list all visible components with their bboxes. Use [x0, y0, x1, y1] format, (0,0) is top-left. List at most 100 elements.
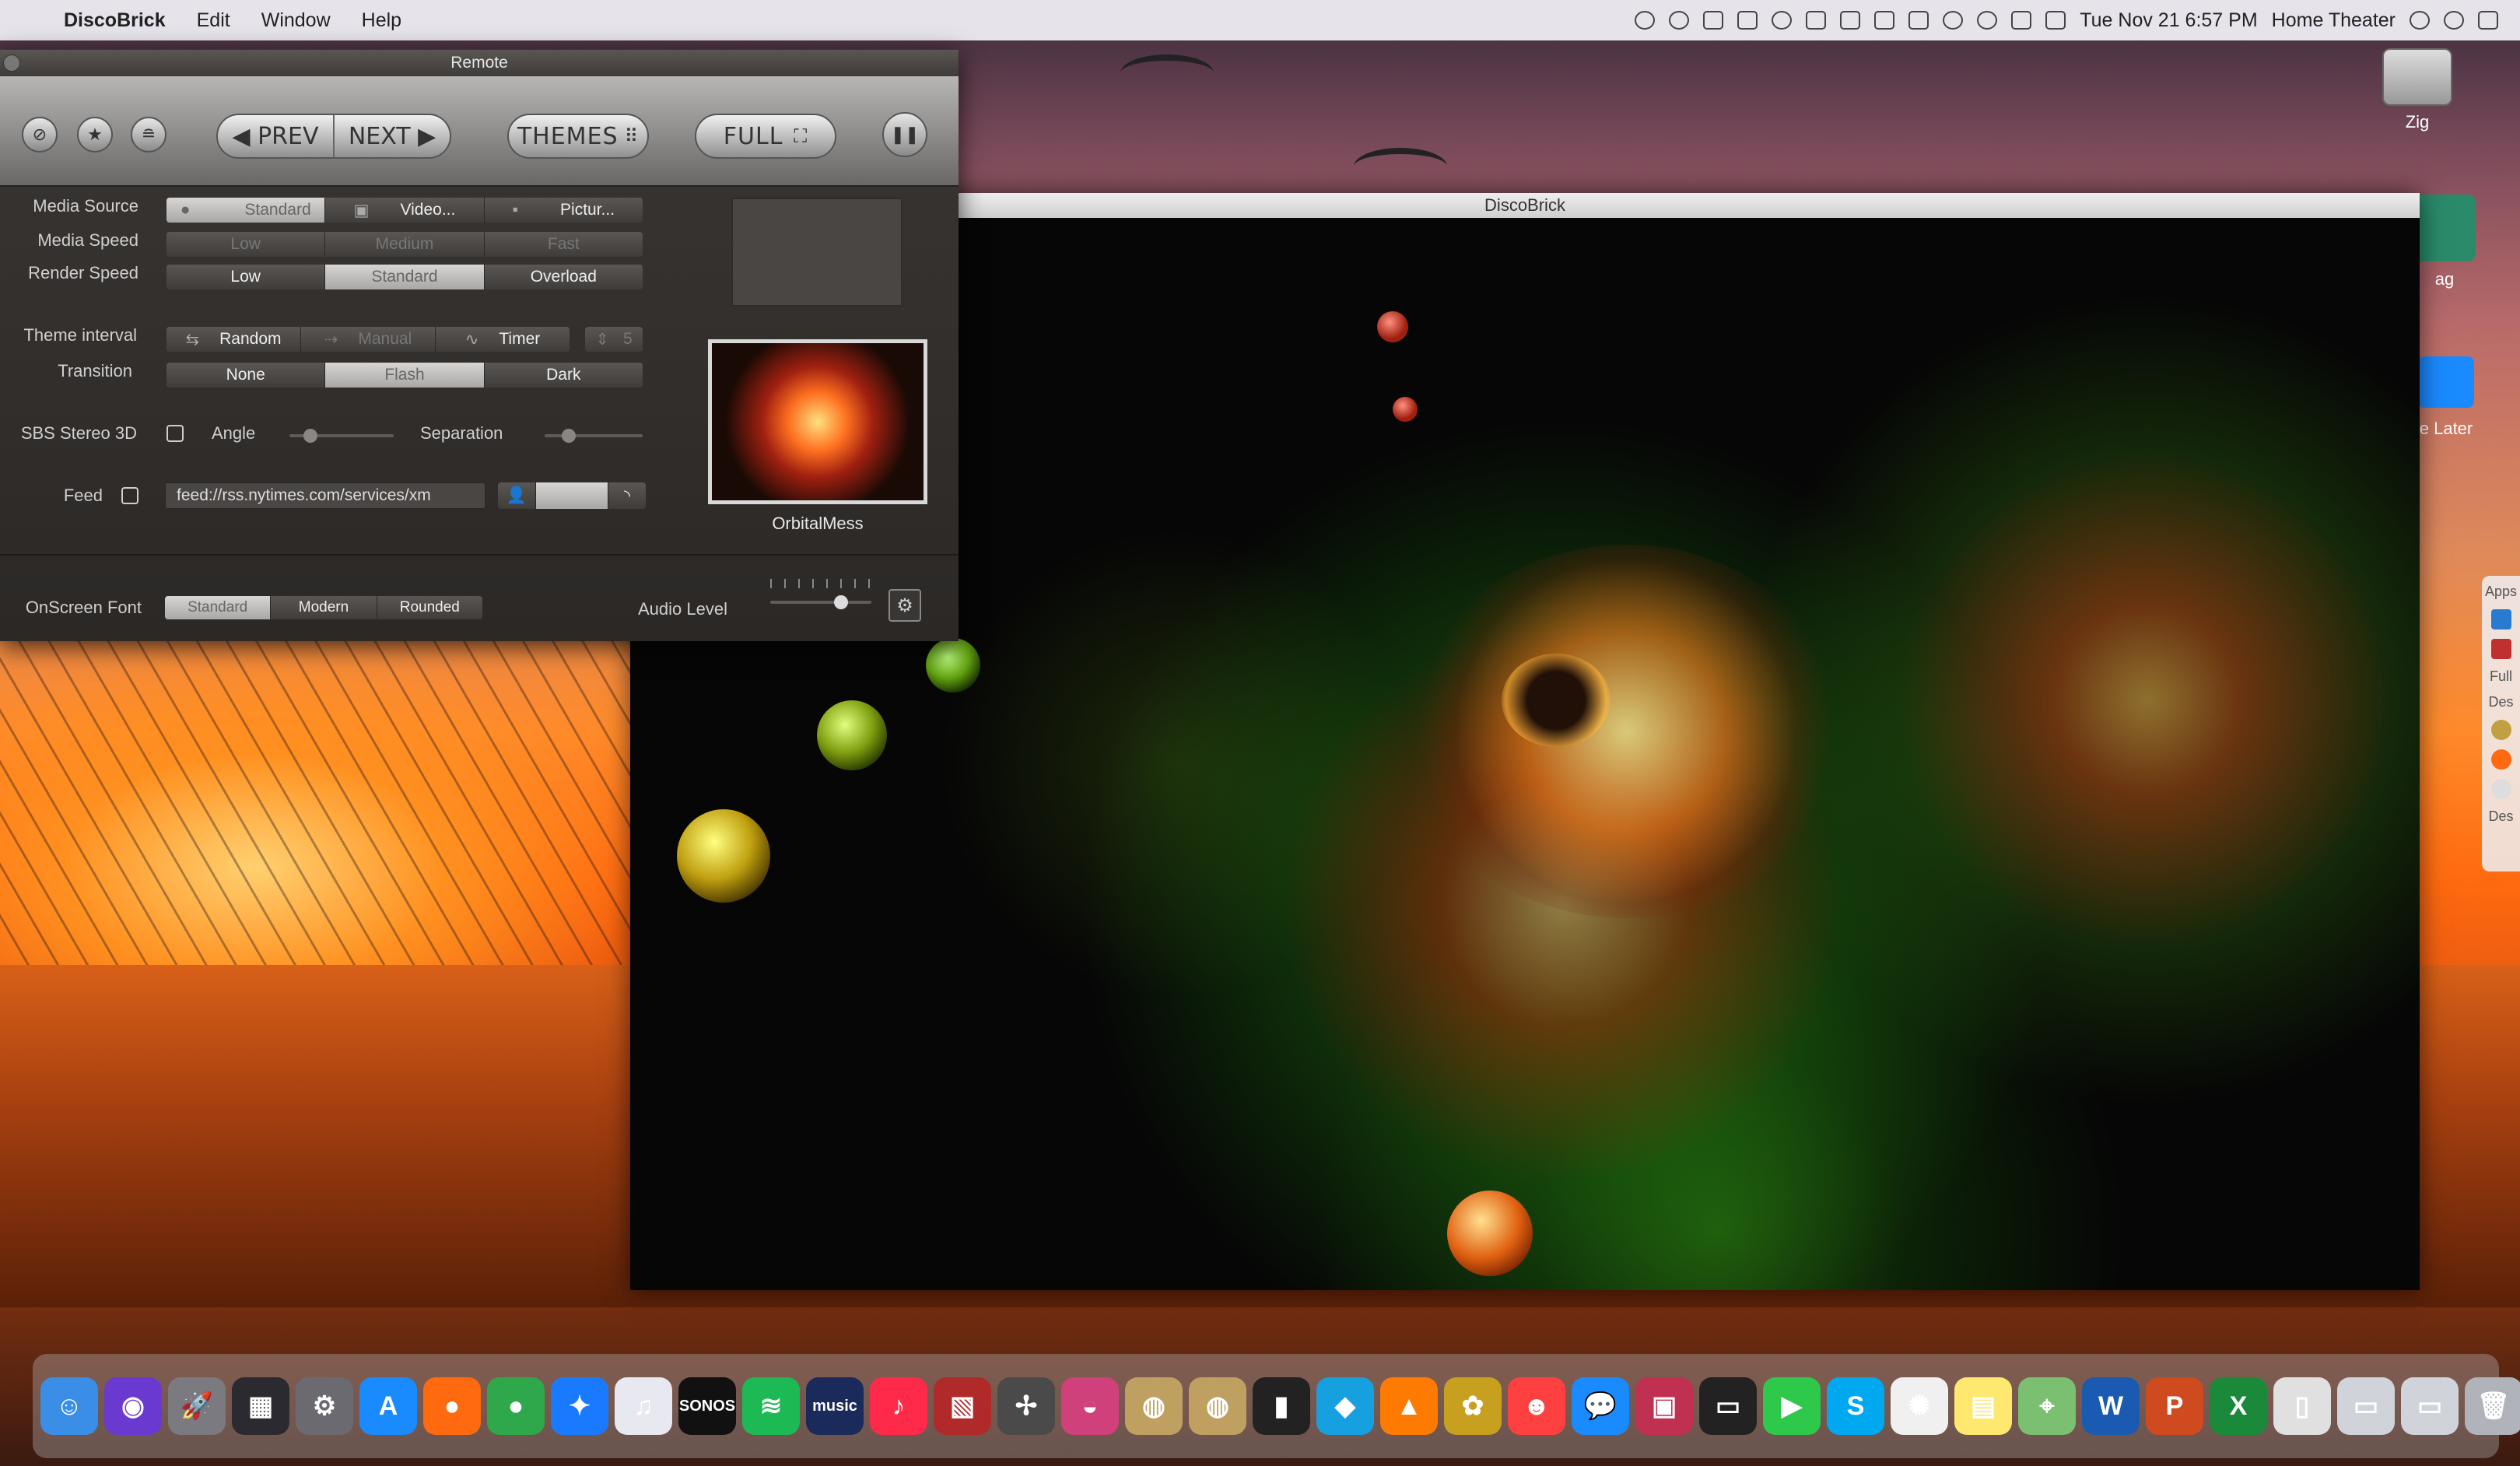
eject-button-icon[interactable]: ≘ — [131, 117, 166, 153]
mission-control-icon[interactable]: ▦ — [232, 1377, 289, 1435]
time-machine-icon[interactable] — [1943, 11, 1964, 30]
spotify-icon[interactable]: ≋ — [742, 1377, 800, 1435]
chrome-icon[interactable]: ● — [487, 1377, 545, 1435]
side-panel-item[interactable]: Des — [2488, 694, 2513, 710]
side-panel-item[interactable]: Apps — [2485, 584, 2517, 600]
facetime-icon[interactable]: ▶ — [1763, 1377, 1821, 1435]
separation-slider[interactable] — [545, 434, 643, 437]
apple-menu-icon[interactable] — [17, 9, 40, 32]
firefox-icon[interactable] — [2490, 749, 2511, 770]
audio-level-slider[interactable] — [770, 601, 871, 604]
feed-toggle[interactable] — [536, 482, 608, 509]
firefox-icon[interactable]: ● — [423, 1377, 481, 1435]
render-speed-overload[interactable]: Overload — [484, 265, 643, 289]
folder-2-icon[interactable]: ▭ — [2401, 1377, 2459, 1435]
remote-app-icon[interactable]: ▮ — [1253, 1377, 1310, 1435]
menu-help[interactable]: Help — [362, 9, 401, 32]
desktop-hdd-icon[interactable]: Zig — [2382, 48, 2452, 132]
word-icon[interactable]: W — [2082, 1377, 2140, 1435]
media-source-pictures[interactable]: ▪ Pictur... — [484, 198, 643, 223]
media-source-standard[interactable]: ● Standard — [166, 198, 326, 223]
feed-checkbox[interactable] — [121, 487, 138, 504]
launchpad-icon[interactable]: 🚀 — [168, 1377, 226, 1435]
side-panel[interactable]: Apps Full Des Des — [2482, 576, 2520, 872]
bluetooth-icon[interactable] — [1840, 11, 1861, 30]
transition-dark[interactable]: Dark — [484, 363, 643, 388]
photo-app-icon[interactable]: ▧ — [934, 1377, 991, 1435]
vlc-icon[interactable]: ▲ — [1380, 1377, 1438, 1435]
media-speed-low[interactable]: Low — [166, 232, 326, 257]
powerpoint-icon[interactable]: P — [2146, 1377, 2203, 1435]
amazon-music-icon[interactable]: music — [806, 1377, 864, 1435]
siri-icon[interactable] — [2444, 11, 2464, 30]
excel-icon[interactable]: X — [2210, 1377, 2267, 1435]
font-rounded[interactable]: Rounded — [377, 596, 482, 619]
angle-slider-knob[interactable] — [303, 429, 317, 443]
folder-1-icon[interactable]: ▭ — [2337, 1377, 2395, 1435]
safari-icon[interactable]: ✦ — [551, 1377, 608, 1435]
prev-button[interactable]: ◀ PREV — [218, 115, 333, 157]
settings-gear-icon[interactable]: ⚙ — [888, 589, 921, 622]
system-preferences-icon[interactable]: ⚙ — [296, 1377, 353, 1435]
theme-thumbnail[interactable] — [708, 339, 927, 504]
app-icon[interactable] — [2490, 720, 2511, 740]
feed-url-field[interactable]: feed://rss.nytimes.com/services/xm — [165, 482, 485, 509]
app-icon[interactable] — [2490, 639, 2511, 659]
finder-icon[interactable] — [2490, 609, 2511, 630]
app-menu[interactable]: DiscoBrick — [64, 9, 166, 32]
cloud-icon[interactable] — [1669, 11, 1690, 30]
transition-none[interactable]: None — [166, 363, 326, 388]
bowl-app-icon[interactable]: ◒ — [1061, 1377, 1119, 1435]
app-store-icon[interactable]: A — [359, 1377, 417, 1435]
kodi-icon[interactable]: ◆ — [1316, 1377, 1374, 1435]
side-panel-item[interactable]: Full — [2490, 668, 2512, 685]
person-icon[interactable]: 👤 — [498, 482, 536, 509]
siri-icon[interactable]: ◉ — [104, 1377, 162, 1435]
rss-icon[interactable]: ◝ — [608, 482, 646, 509]
documents-icon[interactable]: ▯ — [2273, 1377, 2331, 1435]
wifi-icon[interactable] — [1977, 11, 1998, 30]
eye-icon[interactable] — [1772, 11, 1793, 30]
theme-interval-timer[interactable]: ∿ Timer — [436, 327, 570, 352]
separation-slider-knob[interactable] — [562, 429, 576, 443]
robot-app-icon[interactable]: ☻ — [1508, 1377, 1565, 1435]
display-app-icon[interactable]: ▭ — [1699, 1377, 1757, 1435]
trash-icon[interactable]: 🗑 — [2465, 1377, 2520, 1435]
finder-icon[interactable]: ☺ — [40, 1377, 98, 1435]
audio-level-knob[interactable] — [834, 595, 848, 609]
notes-icon[interactable]: ▤ — [1954, 1377, 2012, 1435]
battery-icon[interactable] — [1737, 11, 1758, 30]
menu-window[interactable]: Window — [261, 9, 331, 32]
remote-window[interactable]: Remote ⊘ ★ ≘ ◀ PREV NEXT ▶ THEMES ⠿ FULL… — [0, 50, 959, 641]
app-status-icon[interactable] — [1703, 11, 1724, 30]
airplay-icon[interactable] — [1635, 11, 1656, 30]
windmill-app-icon[interactable]: ✢ — [997, 1377, 1055, 1435]
next-button[interactable]: NEXT ▶ — [333, 115, 450, 157]
block-icon[interactable]: ⊘ — [22, 117, 58, 153]
spotlight-icon[interactable] — [2410, 11, 2430, 30]
photo-booth-icon[interactable]: ▣ — [1635, 1377, 1693, 1435]
skype-icon[interactable]: S — [1827, 1377, 1884, 1435]
media-source-video[interactable]: ▣ Video... — [325, 198, 485, 223]
menu-edit[interactable]: Edit — [197, 9, 230, 32]
tool-icon[interactable] — [1806, 11, 1827, 30]
side-panel-item[interactable]: Des — [2488, 808, 2513, 825]
eject-icon[interactable] — [2011, 11, 2032, 30]
discoball-2-icon[interactable]: ◍ — [1189, 1377, 1246, 1435]
music-icon[interactable]: ♪ — [870, 1377, 927, 1435]
desktop-item-partial[interactable]: e Later — [2418, 356, 2474, 439]
font-standard[interactable]: Standard — [165, 596, 272, 619]
volume-icon[interactable] — [2045, 11, 2066, 30]
itunes-icon[interactable] — [2490, 779, 2511, 799]
timer-stepper[interactable]: ⇕ 5 — [585, 327, 643, 352]
full-button[interactable]: FULL ⛶ — [695, 114, 836, 159]
media-speed-fast[interactable]: Fast — [484, 232, 643, 257]
photos-icon[interactable]: ✺ — [1891, 1377, 1948, 1435]
discoball-1-icon[interactable]: ◍ — [1125, 1377, 1183, 1435]
transition-flash[interactable]: Flash — [325, 363, 485, 388]
stereo-checkbox[interactable] — [166, 425, 184, 442]
font-modern[interactable]: Modern — [271, 596, 377, 619]
notification-center-icon[interactable] — [2478, 11, 2498, 30]
desktop-item-partial[interactable]: ag — [2413, 195, 2476, 289]
user-menu[interactable]: Home Theater — [2272, 9, 2396, 32]
